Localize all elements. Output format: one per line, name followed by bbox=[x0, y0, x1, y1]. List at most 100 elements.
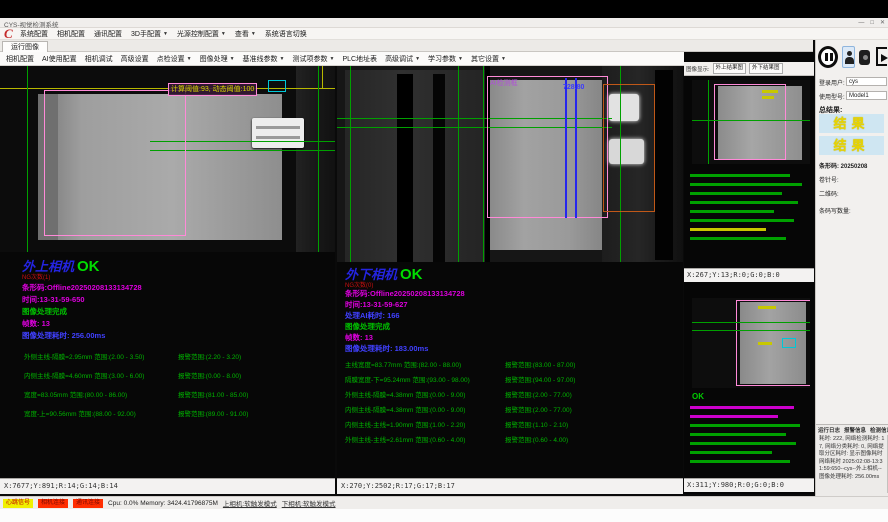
menu-item[interactable]: 光源控制配置▼ bbox=[177, 29, 226, 39]
toolbar-button-label: 高级调试 bbox=[385, 54, 413, 64]
lower-panel-statusbar: X:270;Y:2502;R:17;G:17;B:17 bbox=[337, 478, 683, 494]
micro-text-line bbox=[690, 219, 794, 222]
measurement-value: 主线宽度=83.77mm 范围:(82.00 - 88.00) bbox=[345, 359, 505, 369]
bottom-white-strip bbox=[0, 509, 888, 522]
camera-panel-lower[interactable]: AI检测框 728.80 外下相机OK NG次数(0) 条形码:Offline2… bbox=[337, 66, 683, 478]
overlay-yellow-mark bbox=[762, 96, 774, 99]
photo-texture bbox=[296, 66, 335, 252]
menu-item-label: 相机配置 bbox=[57, 29, 85, 39]
lower-result-thumbnail[interactable] bbox=[692, 298, 810, 388]
overlay-green-line bbox=[708, 80, 709, 164]
toolbar-button-label: 点检设置 bbox=[157, 54, 185, 64]
user-icon bbox=[847, 51, 852, 56]
minimize-button[interactable]: — bbox=[858, 18, 864, 28]
result-box-upper: 结果 bbox=[819, 114, 884, 133]
connector-stripe bbox=[256, 136, 300, 139]
upper-result-thumbnail[interactable] bbox=[692, 80, 810, 164]
toolbar-button[interactable]: 图像处理▼ bbox=[200, 54, 235, 64]
device-button[interactable] bbox=[859, 50, 870, 65]
overlay-yellow-mark bbox=[758, 342, 772, 345]
menu-item[interactable]: 系统配置▼ bbox=[20, 29, 48, 39]
micro-text-line bbox=[690, 237, 786, 240]
toolbar-button[interactable]: PLC地址表▼ bbox=[342, 54, 377, 64]
menu-item[interactable]: 通讯配置▼ bbox=[94, 29, 122, 39]
toolbar-button[interactable]: AI使用配置▼ bbox=[42, 54, 77, 64]
toolbar-button[interactable]: 基准线参数▼ bbox=[243, 54, 285, 64]
toolbar-button-label: 相机调试 bbox=[85, 54, 113, 64]
toolbar-button[interactable]: 测试项参数▼ bbox=[292, 54, 334, 64]
micro-text-line bbox=[690, 451, 772, 454]
user-button[interactable] bbox=[842, 46, 855, 68]
exit-button[interactable] bbox=[874, 47, 888, 67]
toolbar-button[interactable]: 相机配置▼ bbox=[6, 54, 34, 64]
pause-button[interactable] bbox=[818, 46, 838, 68]
overlay-marker-box bbox=[268, 80, 286, 92]
process-time-line: 图像处理耗时: 256.00ms bbox=[22, 330, 105, 341]
toolbar-button[interactable]: 相机调试▼ bbox=[85, 54, 113, 64]
titlebar[interactable]: CYS-视觉检测系统 — □ ✕ bbox=[0, 18, 888, 28]
model-field[interactable]: Model1 bbox=[846, 91, 887, 100]
result-box-upper-text: 结果 bbox=[833, 116, 869, 131]
bottom-camera-mode-link[interactable]: 下相机:软触发模式 bbox=[282, 498, 336, 508]
dropdown-arrow-icon: ▼ bbox=[329, 56, 334, 62]
overlay-yellow-line bbox=[322, 66, 323, 88]
measurement-row: 宽度-上=90.56mm 范围:(88.00 - 92.00)报警范围:(89.… bbox=[24, 408, 335, 418]
measurement-row: 外侧主线-主线=2.61mm 范围:(0.60 - 4.00)报警范围:(0.6… bbox=[345, 434, 683, 444]
maximize-button[interactable]: □ bbox=[870, 18, 874, 28]
tab-upper-result-image[interactable]: 外上结果图 bbox=[713, 63, 747, 74]
menu-item[interactable]: 查看▼ bbox=[235, 29, 256, 39]
tab-lower-result-image[interactable]: 外下结果图 bbox=[749, 63, 783, 74]
camera-panel-upper[interactable]: 计算阈值:93, 动态阈值:100 外上相机OK NG次数(1) 条形码:Off… bbox=[0, 66, 335, 478]
overlay-orange-box bbox=[603, 84, 655, 212]
micro-text-line bbox=[690, 424, 800, 427]
toolbar-button[interactable]: 学习参数▼ bbox=[428, 54, 463, 64]
overlay-marker-box bbox=[782, 338, 796, 348]
top-camera-mode-link[interactable]: 上相机:软触发模式 bbox=[223, 498, 277, 508]
measurement-row: 内侧主线-主线=1.90mm 范围:(1.00 - 2.20)报警范围:(1.1… bbox=[345, 419, 683, 429]
app-window: CYS-视觉检测系统 — □ ✕ C 系统配置▼ 相机配置▼ 通讯配置▼ 3D手… bbox=[0, 0, 888, 522]
toolbar-button[interactable]: 高级调试▼ bbox=[385, 54, 420, 64]
measure-value-label: 728.80 bbox=[563, 84, 584, 91]
toolbar-button[interactable]: 其它设置▼ bbox=[471, 54, 506, 64]
measurement-list: 主线宽度=83.77mm 范围:(82.00 - 88.00)报警范围:(83.… bbox=[345, 359, 683, 449]
toolbar-button[interactable]: 高级设置▼ bbox=[121, 54, 149, 64]
measurement-value: 宽度-上=90.56mm 范围:(88.00 - 92.00) bbox=[24, 408, 178, 418]
photo-texture bbox=[345, 70, 485, 262]
toolbar-button-label: 其它设置 bbox=[471, 54, 499, 64]
measurement-value: 内侧主线-隔膜=4.38mm 范围:(0.00 - 9.00) bbox=[345, 404, 505, 414]
micro-text-line bbox=[690, 433, 786, 436]
toolbar-button[interactable]: 点检设置▼ bbox=[157, 54, 192, 64]
toolbar-button-label: 测试项参数 bbox=[292, 54, 327, 64]
toolbar-items: 相机配置▼ AI使用配置▼ 相机调试▼ 高级设置▼ 点检设置▼ 图像处理▼ 基准… bbox=[6, 52, 506, 66]
menu-item-label: 系统配置 bbox=[20, 29, 48, 39]
thumbnail-header-label: 图像显示: bbox=[686, 65, 710, 73]
dropdown-arrow-icon: ▼ bbox=[458, 56, 463, 62]
write-count-label: 条码写数量: bbox=[819, 206, 851, 215]
micro-text-line bbox=[690, 201, 798, 204]
tab-alarm-info[interactable]: 报警信息 bbox=[844, 426, 866, 434]
overlay-blue-line bbox=[565, 78, 567, 218]
model-label: 使用型号: bbox=[819, 92, 845, 101]
menu-item[interactable]: 相机配置▼ bbox=[57, 29, 85, 39]
menu-item-label: 光源控制配置 bbox=[177, 29, 219, 39]
toolbar-button-label: 高级设置 bbox=[121, 54, 149, 64]
menu-item[interactable]: 3D手配置▼ bbox=[131, 29, 168, 39]
measurement-value: 外侧主线-主线=2.61mm 范围:(0.60 - 4.00) bbox=[345, 434, 505, 444]
dropdown-arrow-icon: ▼ bbox=[187, 56, 192, 62]
close-button[interactable]: ✕ bbox=[880, 18, 885, 28]
measurement-value: 外侧主线-隔膜=4.38mm 范围:(0.00 - 9.00) bbox=[345, 389, 505, 399]
tab-run-image[interactable]: 运行图像 bbox=[2, 41, 48, 52]
result-box-lower-text: 结果 bbox=[833, 138, 869, 153]
alarm-range: 报警范围:(2.00 - 77.00) bbox=[505, 404, 572, 414]
menu-items: 系统配置▼ 相机配置▼ 通讯配置▼ 3D手配置▼ 光源控制配置▼ 查看▼ 系统语… bbox=[20, 28, 307, 40]
barcode-value: 20250208 bbox=[841, 164, 868, 170]
menu-item[interactable]: 系统语言切换▼ bbox=[265, 29, 307, 39]
toolbar-button-label: 基准线参数 bbox=[243, 54, 278, 64]
login-user-field[interactable]: cys bbox=[846, 77, 887, 86]
tab-detect-info[interactable]: 检测信息 bbox=[870, 426, 888, 434]
overlay-green-line bbox=[350, 66, 351, 262]
ai-box-label: AI检测框 bbox=[490, 78, 518, 88]
lower-camera-image: AI检测框 728.80 bbox=[337, 66, 683, 262]
tab-run-log[interactable]: 运行日志 bbox=[818, 426, 840, 434]
log-area[interactable]: 运行日志 报警信息 检测信息 耗时: 222, 网络检测耗时: 17, 网络分类… bbox=[816, 424, 888, 496]
